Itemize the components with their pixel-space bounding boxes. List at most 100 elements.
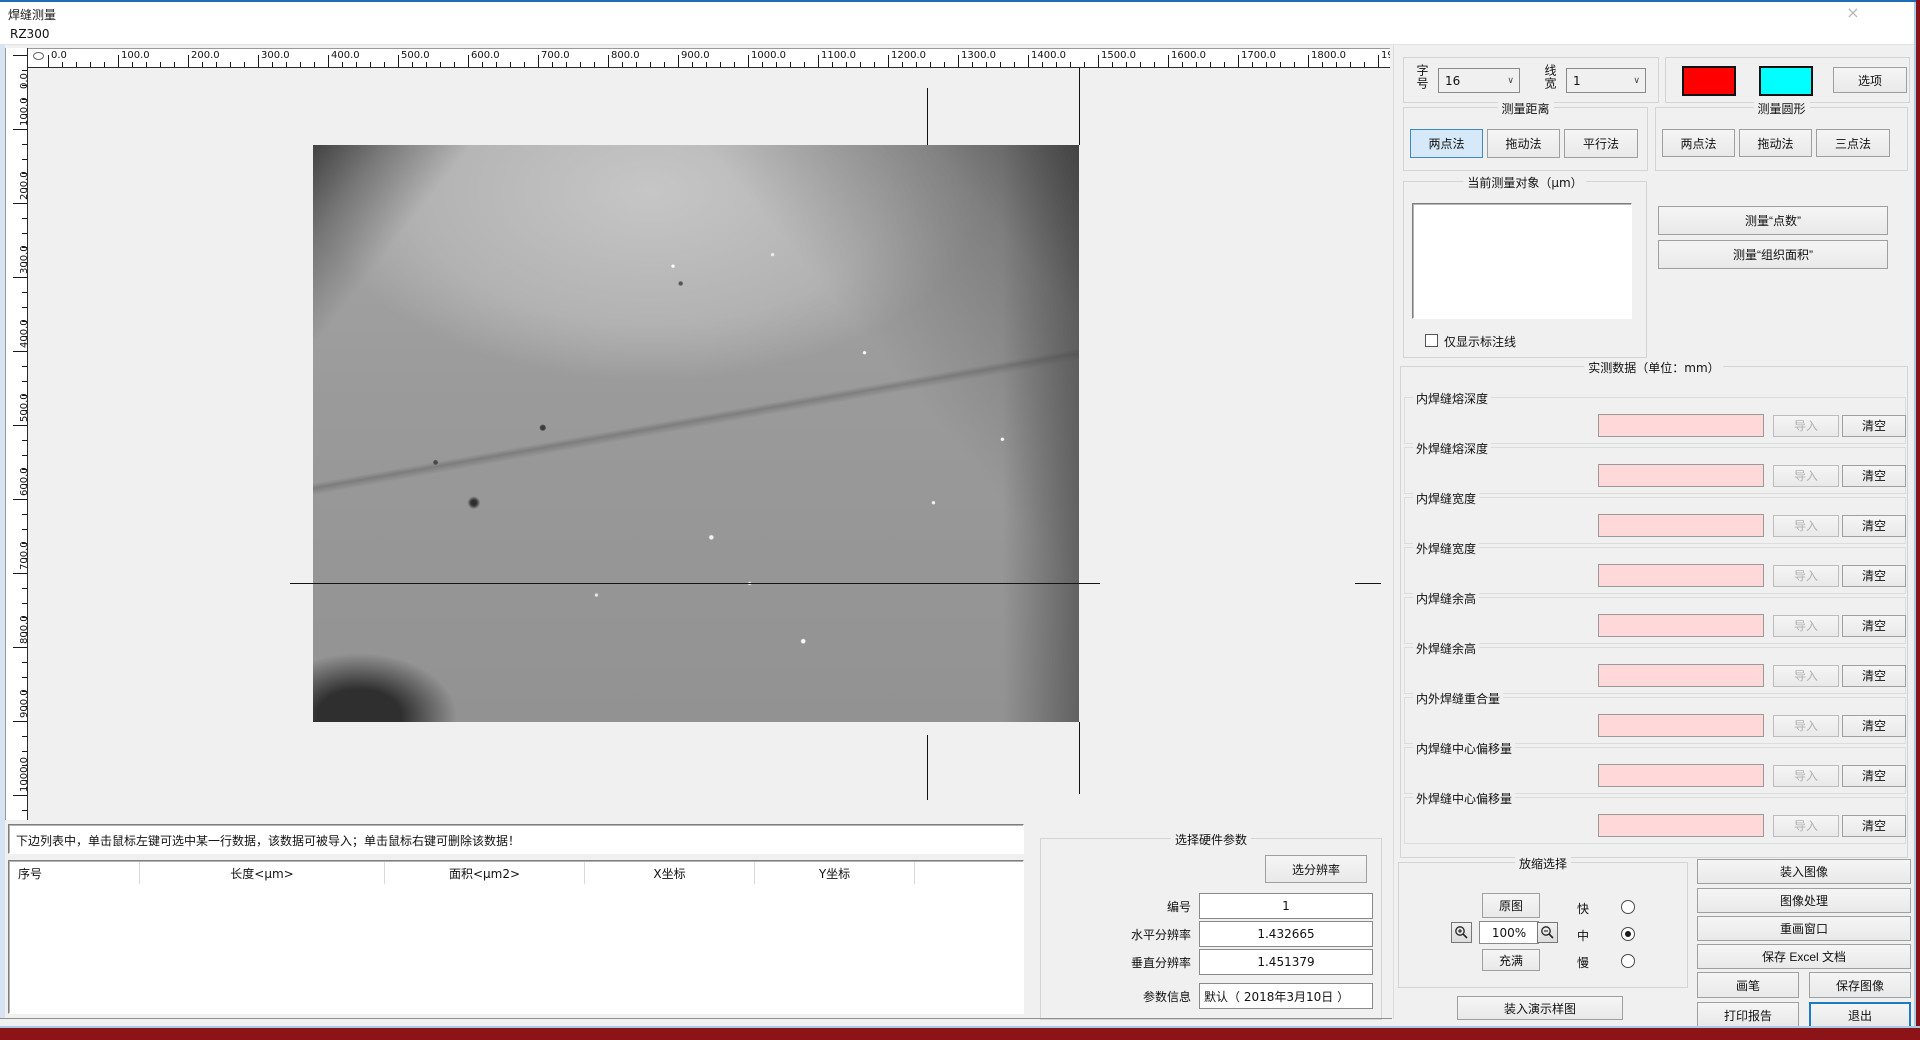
table-header-y[interactable]: Y坐标: [755, 862, 915, 884]
ruler-tick: [286, 62, 287, 67]
print-report-button[interactable]: 打印报告: [1697, 1002, 1799, 1028]
table-header-x[interactable]: X坐标: [585, 862, 755, 884]
menu-item-rz300[interactable]: RZ300: [10, 27, 49, 41]
ruler-tick: [524, 62, 525, 67]
circle-three-point-button[interactable]: 三点法: [1816, 129, 1890, 157]
hw-id-field[interactable]: 1: [1199, 893, 1373, 919]
line-width-value: 1: [1573, 74, 1581, 88]
fit-button[interactable]: 充满: [1482, 949, 1540, 971]
measurement-line[interactable]: [1079, 722, 1080, 794]
measurement-line[interactable]: [927, 735, 928, 800]
ruler-tick: [1056, 62, 1057, 67]
ruler-tick: [664, 62, 665, 67]
ruler-tick: [22, 262, 27, 263]
import-button[interactable]: 导入: [1773, 565, 1839, 587]
zoom-out-icon[interactable]: [1537, 922, 1558, 943]
select-resolution-button[interactable]: 选分辨率: [1265, 855, 1367, 883]
ruler-label: 800.0: [19, 615, 28, 644]
clear-button[interactable]: 清空: [1842, 465, 1906, 487]
measured-value-field[interactable]: [1598, 414, 1764, 437]
speed-medium-radio[interactable]: [1621, 927, 1635, 941]
clear-button[interactable]: 清空: [1842, 765, 1906, 787]
measurement-line[interactable]: [1079, 68, 1080, 145]
measurement-line[interactable]: [1355, 583, 1381, 584]
process-image-button[interactable]: 图像处理: [1697, 888, 1911, 913]
ruler-tick: [650, 62, 651, 67]
ruler-tick: [1252, 62, 1253, 67]
circle-two-point-button[interactable]: 两点法: [1662, 129, 1735, 157]
ruler-label: 200.0: [191, 50, 220, 61]
save-excel-button[interactable]: 保存 Excel 文档: [1697, 944, 1911, 969]
import-button[interactable]: 导入: [1773, 715, 1839, 737]
pen-button[interactable]: 画笔: [1697, 972, 1799, 998]
clear-button[interactable]: 清空: [1842, 415, 1906, 437]
clear-button[interactable]: 清空: [1842, 565, 1906, 587]
distance-parallel-button[interactable]: 平行法: [1564, 129, 1638, 158]
distance-two-point-button[interactable]: 两点法: [1410, 129, 1483, 158]
measure-points-button[interactable]: 测量“点数”: [1658, 206, 1888, 235]
data-table[interactable]: 序号 长度<μm> 面积<μm2> X坐标 Y坐标: [8, 860, 1024, 1014]
speed-slow-radio[interactable]: [1621, 954, 1635, 968]
measured-value-field[interactable]: [1598, 464, 1764, 487]
load-demo-button[interactable]: 装入演示样图: [1457, 996, 1623, 1020]
zoom-percent-field[interactable]: 100%: [1479, 921, 1539, 944]
import-button[interactable]: 导入: [1773, 515, 1839, 537]
measured-value-field[interactable]: [1598, 614, 1764, 637]
ruler-label: 500.0: [401, 50, 430, 61]
color-swatch-2[interactable]: [1759, 66, 1813, 96]
ruler-label: 500.0: [19, 393, 28, 422]
measurement-line[interactable]: [927, 88, 928, 145]
distance-drag-button[interactable]: 拖动法: [1487, 129, 1560, 158]
current-object-listbox[interactable]: [1412, 203, 1632, 319]
circle-drag-button[interactable]: 拖动法: [1739, 129, 1812, 157]
redraw-window-button[interactable]: 重画窗口: [1697, 916, 1911, 941]
hw-info-field[interactable]: 默认（ 2018年3月10日 ）: [1199, 983, 1373, 1009]
exit-button[interactable]: 退出: [1809, 1002, 1911, 1028]
table-header-length[interactable]: 长度<μm>: [140, 862, 385, 884]
weld-image[interactable]: [313, 145, 1079, 722]
color-swatch-1[interactable]: [1682, 66, 1736, 96]
measurement-line[interactable]: [290, 583, 1100, 584]
measure-area-button[interactable]: 测量“组织面积”: [1658, 240, 1888, 269]
font-size-select[interactable]: 16 ∨: [1438, 68, 1520, 93]
import-button[interactable]: 导入: [1773, 765, 1839, 787]
ruler-tick: [902, 62, 903, 67]
measured-value-field[interactable]: [1598, 714, 1764, 737]
clear-button[interactable]: 清空: [1842, 815, 1906, 837]
import-button[interactable]: 导入: [1773, 615, 1839, 637]
import-button[interactable]: 导入: [1773, 465, 1839, 487]
ruler-tick: [272, 62, 273, 67]
measured-value-field[interactable]: [1598, 814, 1764, 837]
show-annotation-checkbox[interactable]: [1425, 334, 1438, 347]
speed-fast-radio[interactable]: [1621, 900, 1635, 914]
clear-button[interactable]: 清空: [1842, 515, 1906, 537]
table-header-index[interactable]: 序号: [10, 862, 140, 884]
hw-vres-field[interactable]: 1.451379: [1199, 949, 1373, 975]
ruler-tick: [13, 425, 27, 426]
import-button[interactable]: 导入: [1773, 815, 1839, 837]
measured-row-label: 内外焊缝重合量: [1413, 690, 1503, 707]
zoom-in-icon[interactable]: [1451, 922, 1472, 943]
table-header-area[interactable]: 面积<μm2>: [385, 862, 585, 884]
close-icon[interactable]: ×: [1838, 2, 1868, 24]
measured-value-field[interactable]: [1598, 764, 1764, 787]
measured-value-field[interactable]: [1598, 564, 1764, 587]
load-image-button[interactable]: 装入图像: [1697, 859, 1911, 884]
save-image-button[interactable]: 保存图像: [1809, 972, 1911, 998]
original-size-button[interactable]: 原图: [1482, 893, 1540, 918]
measured-value-field[interactable]: [1598, 514, 1764, 537]
import-button[interactable]: 导入: [1773, 415, 1839, 437]
clear-button[interactable]: 清空: [1842, 715, 1906, 737]
line-width-select[interactable]: 1 ∨: [1566, 68, 1646, 93]
ruler-label: 0.0: [51, 50, 67, 61]
measure-distance-group: 测量距离 两点法 拖动法 平行法: [1403, 107, 1648, 171]
clear-button[interactable]: 清空: [1842, 665, 1906, 687]
options-button[interactable]: 选项: [1833, 67, 1907, 93]
hw-hres-field[interactable]: 1.432665: [1199, 921, 1373, 947]
style-group: 字号 16 ∨ 线宽 1 ∨: [1403, 57, 1659, 103]
ruler-tick: [384, 62, 385, 67]
zoom-title: 放缩选择: [1515, 855, 1571, 872]
measured-value-field[interactable]: [1598, 664, 1764, 687]
clear-button[interactable]: 清空: [1842, 615, 1906, 637]
import-button[interactable]: 导入: [1773, 665, 1839, 687]
